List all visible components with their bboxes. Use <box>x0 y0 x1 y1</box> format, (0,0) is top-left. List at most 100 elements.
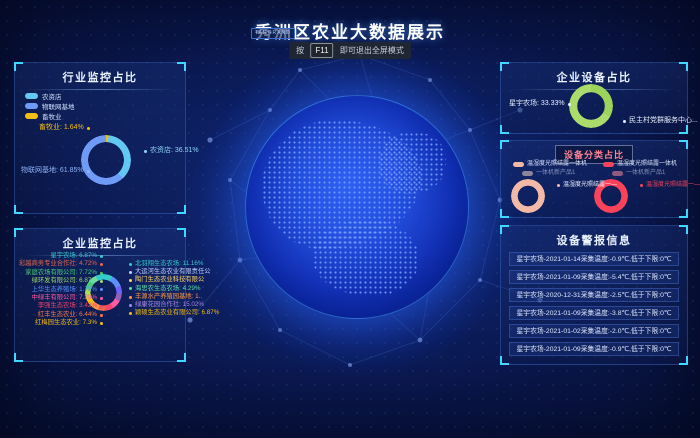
tip-prefix: 按 <box>296 46 304 55</box>
panel-device-classification: 设备分类占比 温湿度光照结露一体机 一体机新产品1 温湿度光照结露一体机 <box>500 140 688 218</box>
panel-title: 企业设备占比 <box>501 63 687 85</box>
chart-label: 上华生态养殖场: 1.72% <box>32 287 103 294</box>
label-text: 农资店: 36.51% <box>150 147 199 155</box>
legend-item[interactable]: 畜牧业 <box>25 111 75 121</box>
chart-label: 家庭农场有限公司: 7.72% <box>25 270 103 277</box>
chart-label: 星宇农场: 33.33% <box>509 100 571 108</box>
alarm-row[interactable]: 星宇农场-2021-01-09采集温度:-0.9℃,低于下限:0℃ <box>509 342 679 356</box>
label-dot <box>129 271 132 274</box>
label-text: 民主村党群服务中心... <box>629 117 698 125</box>
label-dot <box>87 127 90 130</box>
legend-swatch <box>25 103 38 109</box>
label-dot <box>640 184 643 187</box>
label-dot <box>100 322 103 325</box>
label-dot <box>557 184 560 187</box>
alarm-list: 星宇农场-2021-01-14采集温度:-0.9℃,低于下限:0℃ 星宇农场-2… <box>509 252 679 356</box>
label-text: 大运河生态农业有限责任公 <box>135 269 211 276</box>
label-dot <box>100 288 103 291</box>
alarm-row[interactable]: 星宇农场-2020-12-31采集温度:-2.5℃,低于下限:0℃ <box>509 288 679 302</box>
f11-key: F11 <box>310 43 333 58</box>
fullscreen-tip: 按 F11 即可退出全屏模式 <box>289 42 411 59</box>
chart-label: 大运河生态农业有限责任公 <box>129 269 211 276</box>
label-text: 物联网基地: 61.85% <box>21 167 84 175</box>
chart-label: 民主村党群服务中心... <box>623 117 698 125</box>
label-dot <box>129 279 132 282</box>
label-text: 红梅园生态农业: 7.3% <box>35 320 97 327</box>
legend-label: 一体机新产品1 <box>536 170 575 177</box>
legend-swatch <box>513 162 524 167</box>
panel-enterprise-monitoring: 企业监控占比 星宇农场: 6.87% 彩越商务专业合作社: 4.72% 家庭农场… <box>14 228 186 362</box>
classification-donut-left[interactable] <box>511 179 545 213</box>
label-dot <box>87 170 90 173</box>
chart-label: 农资店: 36.51% <box>144 147 199 155</box>
label-text: 北羽翔生态农场: 11.16% <box>135 261 203 268</box>
legend-label: 温湿度光照结露一体机 <box>527 161 587 168</box>
legend-item[interactable]: 温湿度光照结露一体机 <box>513 161 587 168</box>
chart-label: 星宇农场: 6.87% <box>50 253 103 260</box>
panel-industry-monitoring: 行业监控占比 农资店 物联网基地 畜牧业 <box>14 62 186 214</box>
chart-label: 颖硕生态农业有限公司: 6.87% <box>129 310 219 317</box>
legend-label: 温湿度光照结露一体机 <box>617 161 677 168</box>
alarm-row[interactable]: 星宇农场-2021-01-14采集温度:-0.9℃,低于下限:0℃ <box>509 252 679 266</box>
chart-label: 温湿度光照结露一— <box>557 181 617 189</box>
chart-label: 畜牧业: 1.64% <box>39 124 90 132</box>
industry-donut-chart[interactable] <box>81 135 131 185</box>
chart-label: 陶门生态农业科技有限公 <box>129 277 204 284</box>
label-dot <box>100 297 103 300</box>
chart-label: 红丰生态农业: 6.44% <box>38 312 103 319</box>
tip-suffix: 即可退出全屏模式 <box>340 46 404 55</box>
enterprise-labels-right: 北羽翔生态农场: 11.16% 大运河生态农业有限责任公 陶门生态农业科技有限公… <box>129 261 221 317</box>
label-dot <box>144 150 147 153</box>
label-dot <box>129 296 132 299</box>
alarm-row[interactable]: 星宇农场-2021-01-09采集温度:-3.8℃,低于下限:0℃ <box>509 306 679 320</box>
label-text: 星宇农场: 33.33% <box>509 100 565 108</box>
label-text: 绿环发有限公司: 6.87% <box>32 278 97 285</box>
chart-label: 温湿度光照结露一— <box>640 181 700 189</box>
label-text: 彩越商务专业合作社: 4.72% <box>19 261 97 268</box>
label-dot <box>100 280 103 283</box>
chart-label: 丰源水产养殖园基地: 1.. <box>129 294 202 301</box>
globe <box>245 95 469 319</box>
label-dot <box>568 103 571 106</box>
legend-swatch <box>25 93 38 99</box>
legend-item[interactable]: 温湿度光照结露一体机 <box>603 161 677 168</box>
panel-device-alarms: 设备警报信息 星宇农场-2021-01-14采集温度:-0.9℃,低于下限:0℃… <box>500 225 688 365</box>
label-dot <box>100 255 103 258</box>
legend-label: 物联网基地 <box>42 101 75 111</box>
label-text: 上华生态养殖场: 1.72% <box>32 287 97 294</box>
label-text: 家庭农场有限公司: 7.72% <box>25 270 97 277</box>
label-text: 李强生态农场: 3.42% <box>38 303 97 310</box>
label-dot <box>100 272 103 275</box>
dashboard: TARGRAND 秀洲区农业大数据展示 按 F11 即可退出全屏模式 行业监控占… <box>0 0 700 438</box>
legend-item[interactable]: 一体机新产品1 <box>612 170 677 177</box>
chart-label: 红梅园生态农业: 7.3% <box>35 320 103 327</box>
chart-label: 李强生态农场: 3.42% <box>38 303 103 310</box>
logo: TARGRAND <box>251 28 295 39</box>
industry-legend: 农资店 物联网基地 畜牧业 <box>25 91 75 121</box>
label-dot <box>129 263 132 266</box>
globe-map-dots <box>379 132 446 194</box>
enterprise-labels-left: 星宇农场: 6.87% 彩越商务专业合作社: 4.72% 家庭农场有限公司: 7… <box>19 253 103 327</box>
label-text: 中绿丰有限公司: 7.29% <box>32 295 97 302</box>
classification-legend-left: 温湿度光照结露一体机 一体机新产品1 <box>513 161 587 177</box>
label-text: 温湿度光照结露一— <box>646 181 700 189</box>
legend-label: 一体机新产品1 <box>626 170 665 177</box>
panel-title: 行业监控占比 <box>15 63 185 85</box>
label-dot <box>100 314 103 317</box>
legend-swatch <box>603 162 614 167</box>
legend-item[interactable]: 一体机新产品1 <box>522 170 587 177</box>
globe-map-dots <box>313 220 420 295</box>
label-dot <box>129 312 132 315</box>
legend-item[interactable]: 农资店 <box>25 91 75 101</box>
label-dot <box>129 304 132 307</box>
chart-label: 绿康花园合作社: 15.02% <box>129 302 204 309</box>
equipment-donut-chart[interactable] <box>569 84 613 128</box>
alarm-row[interactable]: 星宇农场-2021-01-02采集温度:-2.0℃,低于下限:0℃ <box>509 324 679 338</box>
legend-item[interactable]: 物联网基地 <box>25 101 75 111</box>
panel-title: 企业监控占比 <box>15 229 185 251</box>
label-dot <box>100 263 103 266</box>
alarm-row[interactable]: 星宇农场-2021-01-09采集温度:-5.4℃,低于下限:0℃ <box>509 270 679 284</box>
chart-label: 海思农生态农场: 4.29% <box>129 286 200 293</box>
chart-label: 物联网基地: 61.85% <box>21 167 90 175</box>
label-text: 陶门生态农业科技有限公 <box>135 277 204 284</box>
